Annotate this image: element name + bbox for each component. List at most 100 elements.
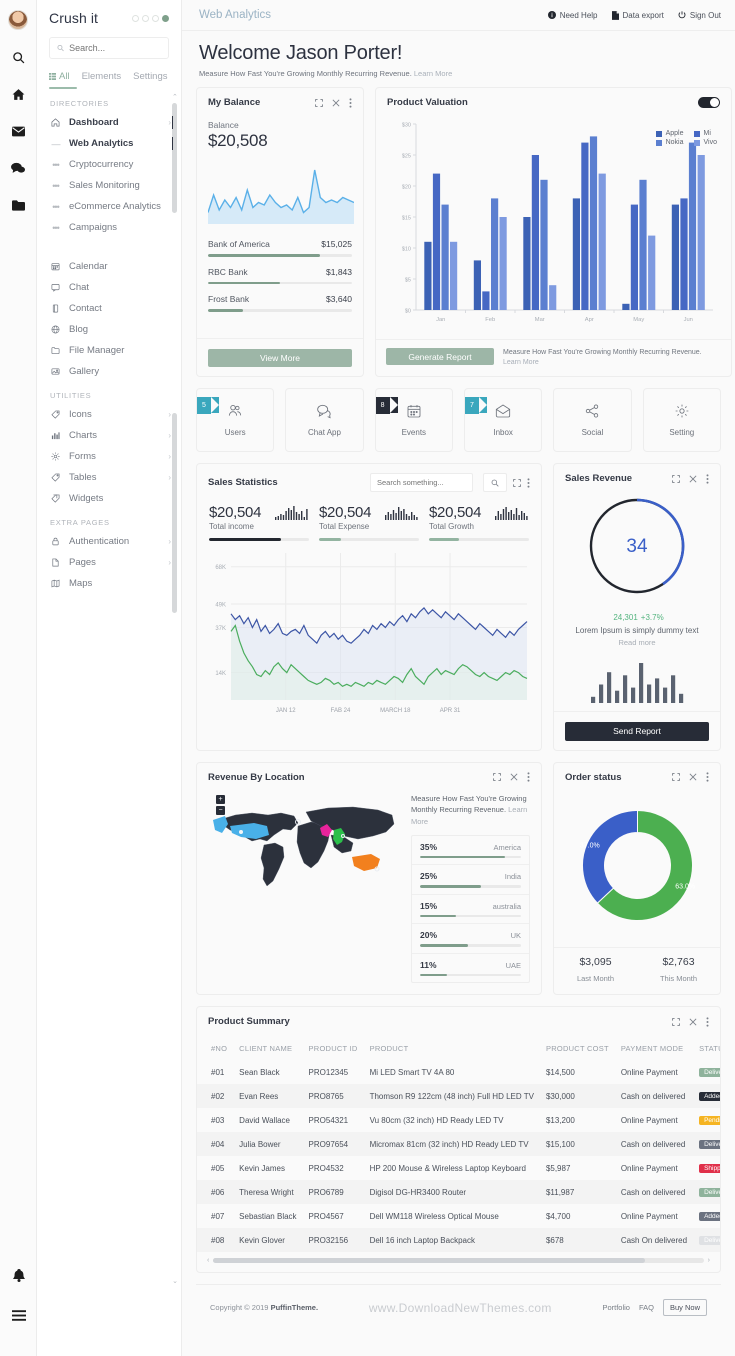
table-row[interactable]: #04 Julia Bower PRO97654 Micromax 81cm (32 …	[197, 1132, 720, 1157]
sidebar-item-calendar[interactable]: Calendar	[37, 256, 181, 277]
scroll-thumb[interactable]	[213, 1257, 645, 1263]
zoom-in-button[interactable]: +	[216, 794, 225, 804]
tile-chat-app[interactable]: Chat App	[285, 388, 364, 453]
more-options-icon[interactable]	[527, 772, 530, 782]
pv-learn-more-link[interactable]: Learn More	[503, 359, 539, 366]
faq-link[interactable]: FAQ	[639, 1303, 654, 1312]
read-more-link[interactable]: Read more	[618, 638, 655, 647]
sidebar-item-maps[interactable]: Maps	[37, 573, 181, 594]
kpi-sparkbars	[385, 507, 418, 521]
tile-setting[interactable]: Setting	[642, 388, 721, 453]
table-row[interactable]: #05 Kevin James PRO4532 HP 200 Mouse & Wire…	[197, 1156, 720, 1180]
sidebar-item-forms[interactable]: Forms ›	[37, 446, 181, 467]
bell-icon[interactable]	[6, 1262, 32, 1288]
sidebar-item-dashboard[interactable]: Dashboard ›	[37, 112, 181, 133]
zoom-out-button[interactable]: −	[216, 805, 225, 815]
need-help-button[interactable]: Need Help	[547, 11, 598, 20]
legend-label: Mi	[703, 130, 711, 137]
table-row[interactable]: #02 Evan Rees PRO8765 Thomson R9 122cm (48 …	[197, 1084, 720, 1109]
expand-icon[interactable]	[672, 1017, 680, 1026]
more-options-icon[interactable]	[706, 1017, 709, 1027]
scroll-track[interactable]	[213, 1257, 704, 1263]
generate-report-button[interactable]: Generate Report	[386, 348, 494, 365]
expand-icon[interactable]	[315, 98, 323, 107]
tile-users[interactable]: 5 Users	[196, 388, 275, 453]
sidebar-item-icons[interactable]: Icons ›	[37, 404, 181, 425]
scroll-right-icon[interactable]: ›	[708, 1257, 710, 1264]
portfolio-link[interactable]: Portfolio	[602, 1303, 630, 1312]
data-export-button[interactable]: Data export	[611, 11, 664, 20]
close-icon[interactable]	[689, 1018, 697, 1026]
folder-icon[interactable]	[5, 192, 31, 218]
expand-icon[interactable]	[672, 474, 680, 483]
sidebar-item-authentication[interactable]: Authentication ›	[37, 531, 181, 552]
search-icon[interactable]	[5, 44, 31, 70]
sign-out-button[interactable]: Sign Out	[678, 11, 721, 20]
chat-icon[interactable]	[5, 155, 31, 181]
sidebar-item-sales-monitoring[interactable]: ••• Sales Monitoring	[37, 175, 181, 196]
scroll-left-icon[interactable]: ‹	[207, 1257, 209, 1264]
tab-all[interactable]: All	[49, 71, 70, 89]
copyright-brand: PuffinTheme.	[270, 1303, 319, 1313]
tab-elements[interactable]: Elements	[82, 71, 122, 89]
world-map[interactable]: + −	[208, 793, 403, 983]
sales-search-input[interactable]	[377, 478, 466, 488]
scroll-down-icon[interactable]: ⌄	[172, 1277, 178, 1285]
close-icon[interactable]	[332, 99, 340, 107]
sidebar-search[interactable]	[49, 37, 169, 59]
sidebar-item-cryptocurrency[interactable]: ••• Cryptocurrency	[37, 154, 181, 175]
tile-inbox[interactable]: 7 Inbox	[463, 388, 543, 453]
sales-search-field[interactable]	[370, 473, 473, 493]
table-row[interactable]: #06 Theresa Wright PRO6789 Digisol DG-HR340…	[197, 1180, 720, 1205]
sidebar-item-chat[interactable]: Chat	[37, 277, 181, 298]
search-input[interactable]	[69, 43, 161, 53]
menu-icon[interactable]	[6, 1302, 32, 1328]
close-icon[interactable]	[510, 773, 518, 781]
more-options-icon[interactable]	[706, 474, 709, 484]
expand-icon[interactable]	[672, 773, 680, 782]
sidebar-item-widgets[interactable]: Widgets	[37, 488, 181, 509]
this-month-label: This Month	[659, 974, 698, 984]
this-month-value: $2,763	[662, 956, 695, 969]
table-row[interactable]: #01 Sean Black PRO12345 Mi LED Smart TV 4A …	[197, 1060, 720, 1084]
sidebar-item-campaigns[interactable]: ••• Campaigns	[37, 217, 181, 238]
table-horizontal-scrollbar[interactable]: ‹ ›	[207, 1256, 710, 1264]
sales-revenue-gauge: 34	[589, 498, 685, 594]
dots-icon: •••	[52, 222, 60, 233]
sidebar-item-pages[interactable]: Pages ›	[37, 552, 181, 573]
sidebar-item-ecommerce-analytics[interactable]: ••• eCommerce Analytics	[37, 196, 181, 217]
close-icon[interactable]	[689, 773, 697, 781]
tab-settings[interactable]: Settings	[133, 71, 167, 89]
sidebar-item-blog[interactable]: Blog	[37, 319, 181, 340]
scroll-up-icon[interactable]: ⌃	[172, 94, 178, 101]
more-options-icon[interactable]	[527, 478, 530, 488]
sidebar-item-web-analytics[interactable]: — Web Analytics	[37, 133, 181, 154]
home-icon[interactable]	[5, 81, 31, 107]
contact-icon	[50, 304, 61, 313]
sidebar-item-file-manager[interactable]: File Manager	[37, 340, 181, 361]
bank-progress	[208, 309, 352, 312]
expand-icon[interactable]	[493, 773, 501, 782]
tile-social[interactable]: Social	[553, 388, 632, 453]
table-row[interactable]: #08 Kevin Glover PRO32156 Dell 16 inch Lapt…	[197, 1228, 720, 1253]
mail-icon[interactable]	[5, 118, 31, 144]
hero-learn-more-link[interactable]: Learn More	[414, 69, 452, 78]
tile-events[interactable]: 8 Events	[374, 388, 453, 453]
expand-icon[interactable]	[513, 478, 521, 487]
buy-now-button[interactable]: Buy Now	[662, 1299, 707, 1317]
sidebar-item-contact[interactable]: Contact	[37, 298, 181, 319]
send-report-button[interactable]: Send Report	[565, 721, 709, 741]
more-options-icon[interactable]	[706, 772, 709, 782]
avatar[interactable]	[8, 10, 28, 30]
sidebar-item-gallery[interactable]: Gallery	[37, 361, 181, 382]
sales-search-button[interactable]	[483, 473, 507, 493]
sidebar-item-charts[interactable]: Charts ›	[37, 425, 181, 446]
view-more-button[interactable]: View More	[208, 349, 352, 368]
table-row[interactable]: #03 David Wallace PRO54321 Vu 80cm (32 inch…	[197, 1108, 720, 1132]
more-options-icon[interactable]	[349, 97, 352, 108]
table-row[interactable]: #07 Sebastian Black PRO4567 Dell WM118 Wire…	[197, 1204, 720, 1228]
product-valuation-toggle[interactable]	[698, 97, 720, 108]
sidebar-item-tables[interactable]: Tables ›	[37, 467, 181, 488]
close-icon[interactable]	[689, 475, 697, 483]
